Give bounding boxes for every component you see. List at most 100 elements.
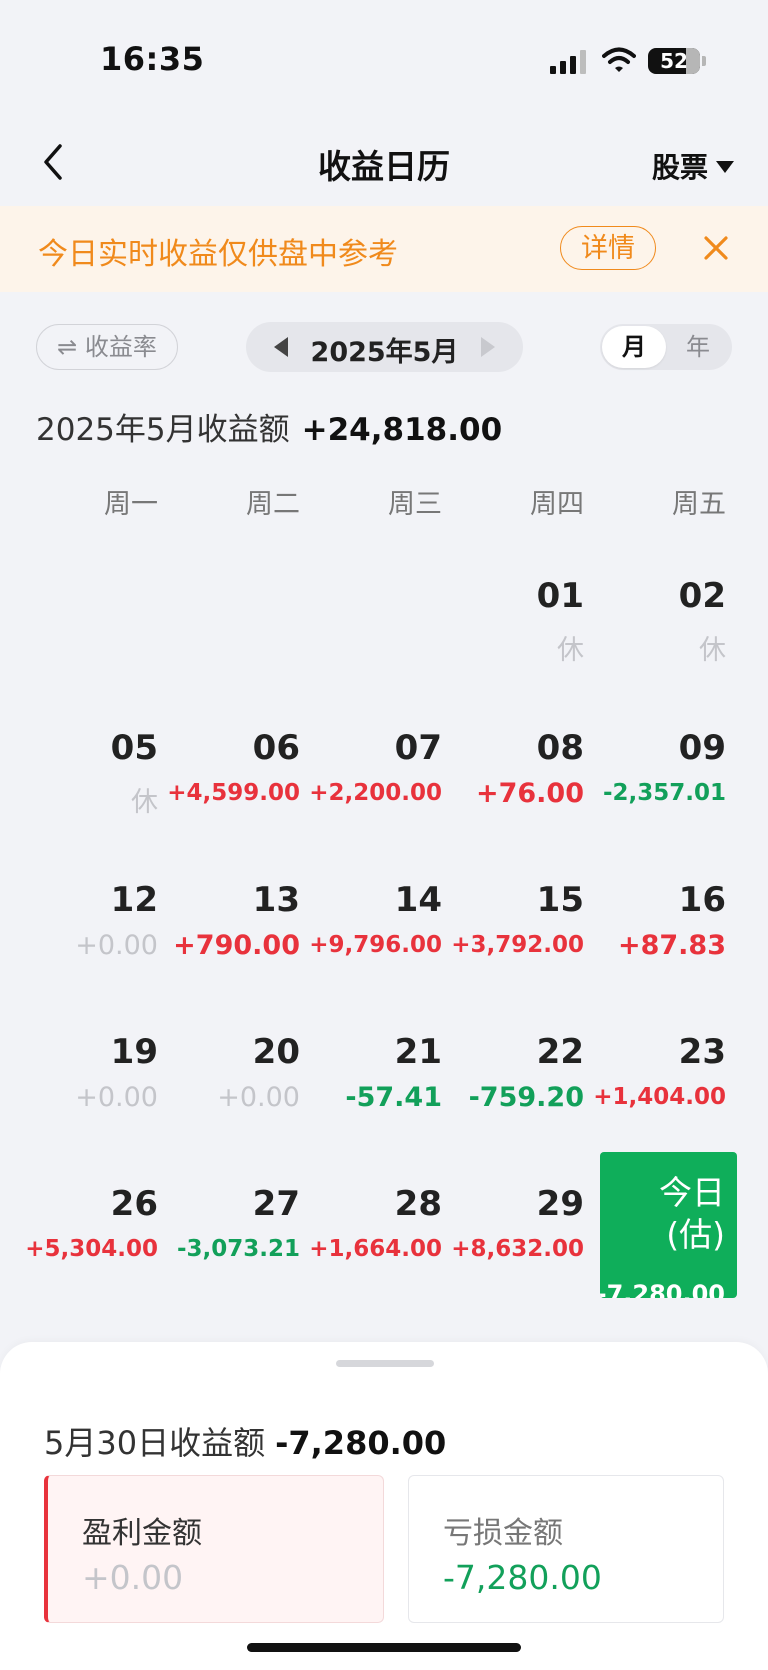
day-value: 休 <box>557 635 584 666</box>
day-number: 19 <box>110 1032 158 1072</box>
day-number: 05 <box>110 728 158 768</box>
asset-type-dropdown[interactable]: 股票 <box>652 146 735 186</box>
wifi-icon <box>602 47 636 72</box>
day-number: 20 <box>252 1032 300 1072</box>
detail-button[interactable]: 详情 <box>560 226 656 270</box>
calendar-day[interactable]: 23 +1,404.00 <box>584 1032 726 1162</box>
battery-icon: 52 <box>648 48 700 74</box>
notice-text: 今日实时收益仅供盘中参考 <box>38 237 398 272</box>
calendar-day[interactable]: 05 休 <box>16 728 158 858</box>
weekday-fri: 周五 <box>672 489 726 520</box>
day-value: +1,664.00 <box>309 1236 442 1262</box>
loss-card: 亏损金额 -7,280.00 <box>408 1475 724 1623</box>
day-number: 13 <box>252 880 300 920</box>
profit-value: +0.00 <box>82 1558 184 1597</box>
calendar-day[interactable]: 09 -2,357.01 <box>584 728 726 858</box>
calendar-day[interactable]: 16 +87.83 <box>584 880 726 1010</box>
month-summary-value: +24,818.00 <box>301 412 503 448</box>
calendar-day[interactable]: 26 +5,304.00 <box>16 1184 158 1314</box>
day-number: 07 <box>394 728 442 768</box>
day-value: +2,200.00 <box>309 780 442 806</box>
status-time: 16:35 <box>100 40 205 78</box>
calendar-day[interactable]: 22 -759.20 <box>442 1032 584 1162</box>
day-value: 休 <box>131 787 158 818</box>
segment-year[interactable]: 年 <box>672 326 724 368</box>
day-number: 09 <box>678 728 726 768</box>
calendar-day[interactable]: 02 休 <box>584 576 726 706</box>
day-value: -2,357.01 <box>602 780 726 806</box>
calendar-day[interactable]: 14 +9,796.00 <box>300 880 442 1010</box>
weekday-tue: 周二 <box>246 489 300 520</box>
day-number: 06 <box>252 728 300 768</box>
day-number: 28 <box>394 1184 442 1224</box>
day-number: 23 <box>678 1032 726 1072</box>
day-number: 01 <box>536 576 584 616</box>
day-number: 12 <box>110 880 158 920</box>
day-number: 15 <box>536 880 584 920</box>
day-value: +9,796.00 <box>309 932 442 958</box>
day-value: +5,304.00 <box>25 1236 158 1262</box>
day-number: 26 <box>110 1184 158 1224</box>
day-value: +790.00 <box>173 930 300 961</box>
calendar-day[interactable]: 07 +2,200.00 <box>300 728 442 858</box>
weekday-thu: 周四 <box>530 489 584 520</box>
segment-month[interactable]: 月 <box>602 326 666 368</box>
period-segmented-control: 月 年 <box>600 324 732 370</box>
calendar-day[interactable]: 29 +8,632.00 <box>442 1184 584 1314</box>
calendar-day[interactable]: 01 休 <box>442 576 584 706</box>
asset-type-label: 股票 <box>652 151 709 184</box>
day-value: +1,404.00 <box>593 1084 726 1110</box>
home-indicator[interactable] <box>247 1643 521 1652</box>
day-summary-value: -7,280.00 <box>275 1424 447 1462</box>
battery-level: 52 <box>660 49 688 73</box>
next-month-icon[interactable] <box>481 337 495 357</box>
day-value: +87.83 <box>617 930 726 961</box>
calendar-day[interactable]: 21 -57.41 <box>300 1032 442 1162</box>
day-value: +0.00 <box>75 930 158 961</box>
day-number: 22 <box>536 1032 584 1072</box>
day-value: -759.20 <box>468 1082 584 1113</box>
month-selector: 2025年5月 <box>246 322 523 372</box>
day-number: 02 <box>678 576 726 616</box>
sheet-drag-handle[interactable] <box>336 1360 434 1367</box>
day-value: +4,599.00 <box>167 780 300 806</box>
caret-down-icon <box>716 161 735 173</box>
month-summary: 2025年5月收益额 +24,818.00 <box>36 404 502 449</box>
profit-label: 盈利金额 <box>82 1516 202 1551</box>
day-number: 16 <box>678 880 726 920</box>
battery-tip <box>702 56 706 66</box>
day-value: -57.41 <box>345 1082 442 1113</box>
day-value: +76.00 <box>475 778 584 809</box>
rate-toggle-button[interactable]: ⇌ 收益率 <box>36 324 178 370</box>
day-value: +0.00 <box>75 1082 158 1113</box>
today-estimate-label: (估) <box>666 1215 725 1254</box>
day-number: 21 <box>394 1032 442 1072</box>
calendar-day[interactable]: 13 +790.00 <box>158 880 300 1010</box>
calendar-day[interactable]: 19 +0.00 <box>16 1032 158 1162</box>
close-icon[interactable] <box>702 234 730 262</box>
profit-card: 盈利金额 +0.00 <box>44 1475 384 1623</box>
day-value: -3,073.21 <box>176 1236 300 1262</box>
today-label: 今日 <box>659 1173 725 1212</box>
calendar-day[interactable]: 28 +1,664.00 <box>300 1184 442 1314</box>
day-value: +0.00 <box>217 1082 300 1113</box>
day-number: 27 <box>252 1184 300 1224</box>
calendar-day[interactable]: 27 -3,073.21 <box>158 1184 300 1314</box>
today-cell[interactable]: 今日 (估) -7,280.00 <box>600 1152 737 1298</box>
weekday-mon: 周一 <box>104 489 158 520</box>
loss-label: 亏损金额 <box>443 1516 563 1551</box>
calendar-day[interactable]: 06 +4,599.00 <box>158 728 300 858</box>
month-summary-label: 2025年5月收益额 <box>36 412 290 448</box>
day-summary: 5月30日收益额 -7,280.00 <box>44 1418 446 1464</box>
day-number: 14 <box>394 880 442 920</box>
weekday-wed: 周三 <box>388 489 442 520</box>
day-value: 休 <box>699 635 726 666</box>
day-summary-label: 5月30日收益额 <box>44 1424 266 1462</box>
calendar-day[interactable]: 20 +0.00 <box>158 1032 300 1162</box>
cellular-signal-icon <box>550 50 586 74</box>
day-number: 08 <box>536 728 584 768</box>
calendar-day[interactable]: 12 +0.00 <box>16 880 158 1010</box>
calendar-day[interactable]: 15 +3,792.00 <box>442 880 584 1010</box>
calendar-day[interactable]: 08 +76.00 <box>442 728 584 858</box>
day-number: 29 <box>536 1184 584 1224</box>
